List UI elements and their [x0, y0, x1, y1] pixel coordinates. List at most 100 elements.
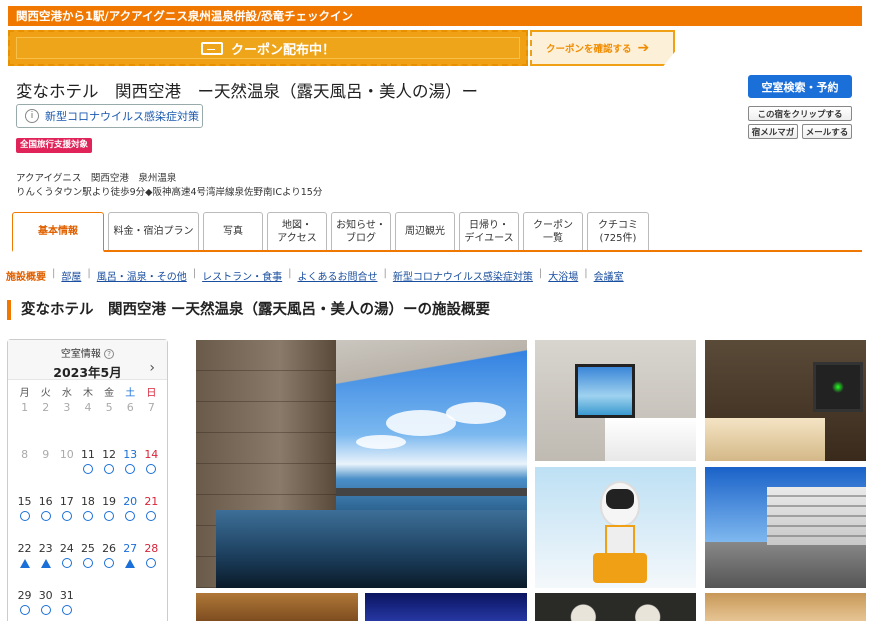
availability-mark: [14, 509, 35, 523]
tab-sightseeing[interactable]: 周辺観光: [395, 212, 455, 250]
calendar-day[interactable]: 25: [77, 542, 98, 589]
calendar-day-number: 17: [59, 495, 74, 508]
photo-twin-room[interactable]: [535, 340, 696, 461]
subnav-rooms[interactable]: 部屋: [61, 268, 81, 283]
calendar-day[interactable]: 26: [99, 542, 120, 589]
coupon-bar[interactable]: クーポン配布中！ クーポンを確認する ➔: [8, 30, 675, 66]
tab-coupons[interactable]: クーポン 一覧: [523, 212, 583, 250]
photo-robot[interactable]: [535, 467, 696, 588]
calendar-day[interactable]: 21: [141, 495, 162, 542]
availability-mark: [35, 509, 56, 523]
subnav-bath[interactable]: 風呂・温泉・その他: [97, 268, 187, 283]
chevron-right-icon[interactable]: ›: [149, 360, 155, 376]
subnav-restaurant[interactable]: レストラン・食事: [202, 268, 282, 283]
availability-mark: [120, 556, 141, 570]
calendar-day[interactable]: 12: [99, 448, 120, 495]
calendar-day: 1: [14, 401, 35, 448]
photo-open-air-bath[interactable]: [196, 340, 527, 588]
calendar-day[interactable]: 16: [35, 495, 56, 542]
tab-basic-info[interactable]: 基本情報: [12, 212, 104, 252]
tab-map-access[interactable]: 地図・ アクセス: [267, 212, 327, 250]
calendar-day[interactable]: 17: [56, 495, 77, 542]
calendar-day[interactable]: 31: [56, 589, 77, 621]
calendar-day-number: 2: [42, 401, 50, 414]
photo-gallery-8[interactable]: [535, 593, 696, 621]
photo-room-screen[interactable]: [705, 340, 866, 461]
promo-banner: 関西空港から1駅/アクアイグニス泉州温泉併設/恐竜チェックイン: [8, 6, 862, 26]
subnav-public-bath[interactable]: 大浴場: [548, 268, 578, 283]
subnav-overview[interactable]: 施設概要: [6, 268, 46, 283]
calendar-day[interactable]: 11: [77, 448, 98, 495]
send-mail-button[interactable]: メールする: [802, 124, 852, 139]
available-circle-icon: [61, 605, 72, 615]
tab-photos[interactable]: 写真: [203, 212, 263, 250]
photo-gallery-6[interactable]: [196, 593, 358, 621]
calendar-day: 4: [77, 401, 98, 448]
calendar-day: 3: [56, 401, 77, 448]
subnav-separator: |: [52, 268, 56, 279]
calendar-day[interactable]: 15: [14, 495, 35, 542]
calendar-day-number: 4: [84, 401, 92, 414]
availability-mark: [56, 462, 77, 476]
available-circle-icon: [82, 464, 93, 474]
tab-day-use[interactable]: 日帰り・ デイユース: [459, 212, 519, 250]
tab-news-blog[interactable]: お知らせ・ ブログ: [331, 212, 391, 250]
subnav-faq[interactable]: よくあるお問合せ: [298, 268, 378, 283]
newsletter-button[interactable]: 宿メルマガ: [748, 124, 798, 139]
calendar-day[interactable]: 27: [120, 542, 141, 589]
available-circle-icon: [40, 605, 51, 615]
tab-bar: 基本情報 料金・宿泊プラン 写真 地図・ アクセス お知らせ・ ブログ 周辺観光…: [12, 212, 862, 252]
available-circle-icon: [61, 511, 72, 521]
coupon-main[interactable]: クーポン配布中！: [8, 30, 528, 66]
availability-mark: [141, 556, 162, 570]
subnav-separator: |: [192, 268, 197, 279]
calendar-day-number: 23: [38, 542, 53, 555]
covid-measures-button[interactable]: i 新型コロナウイルス感染症対策: [16, 104, 203, 128]
calendar-day-number: 18: [80, 495, 95, 508]
calendar-day-number: 15: [17, 495, 32, 508]
calendar-day[interactable]: 13: [120, 448, 141, 495]
few-left-triangle-icon: [19, 558, 30, 568]
few-left-triangle-icon: [40, 558, 51, 568]
available-circle-icon: [146, 464, 157, 474]
tab-reviews[interactable]: クチコミ (725件): [587, 212, 649, 250]
calendar-day[interactable]: 22: [14, 542, 35, 589]
calendar-day-number: 24: [59, 542, 74, 555]
hotel-name: 変なホテル 関西空港 ー天然温泉（露天風呂・美人の湯）ー: [16, 82, 478, 101]
calendar-header: 空室情報 ? 2023年5月 ›: [8, 340, 167, 380]
calendar-day[interactable]: 30: [35, 589, 56, 621]
help-icon[interactable]: ?: [104, 349, 115, 359]
weekday-label: 月: [19, 388, 30, 399]
weekday-label: 土: [125, 388, 136, 399]
photo-exterior[interactable]: [705, 467, 866, 588]
calendar-day[interactable]: 28: [141, 542, 162, 589]
subnav-meeting-room[interactable]: 会議室: [594, 268, 624, 283]
available-circle-icon: [19, 511, 30, 521]
address-line-1: アクアイグニス 関西空港 泉州温泉: [16, 173, 177, 184]
available-circle-icon: [40, 511, 51, 521]
availability-mark: [35, 462, 56, 476]
calendar-grid: 月火水木金土日 1 2 3 4 5 6 7 8 9 10 11 12 13 14 15 16 17 18 19 20 21…: [14, 384, 162, 621]
calendar-day[interactable]: 14: [141, 448, 162, 495]
availability-mark: [141, 415, 162, 429]
available-circle-icon: [146, 558, 157, 568]
photo-gallery-7[interactable]: [365, 593, 527, 621]
calendar-day[interactable]: 18: [77, 495, 98, 542]
calendar-label: 空室情報: [60, 349, 101, 360]
calendar-day[interactable]: 29: [14, 589, 35, 621]
clip-hotel-button[interactable]: この宿をクリップする: [748, 106, 852, 121]
availability-mark: [56, 556, 77, 570]
photo-gallery-9[interactable]: [705, 593, 866, 621]
calendar-day-number: 19: [102, 495, 117, 508]
calendar-day[interactable]: 23: [35, 542, 56, 589]
subnav-covid[interactable]: 新型コロナウイルス感染症対策: [393, 268, 533, 283]
calendar-day[interactable]: 19: [99, 495, 120, 542]
available-circle-icon: [146, 511, 157, 521]
coupon-check-link[interactable]: クーポンを確認する ➔: [530, 30, 675, 66]
calendar-day[interactable]: 20: [120, 495, 141, 542]
availability-mark: [56, 415, 77, 429]
calendar-day[interactable]: 24: [56, 542, 77, 589]
search-availability-button[interactable]: 空室検索・予約: [748, 75, 852, 98]
calendar-day-number: 6: [126, 401, 134, 414]
tab-plans[interactable]: 料金・宿泊プラン: [108, 212, 199, 250]
